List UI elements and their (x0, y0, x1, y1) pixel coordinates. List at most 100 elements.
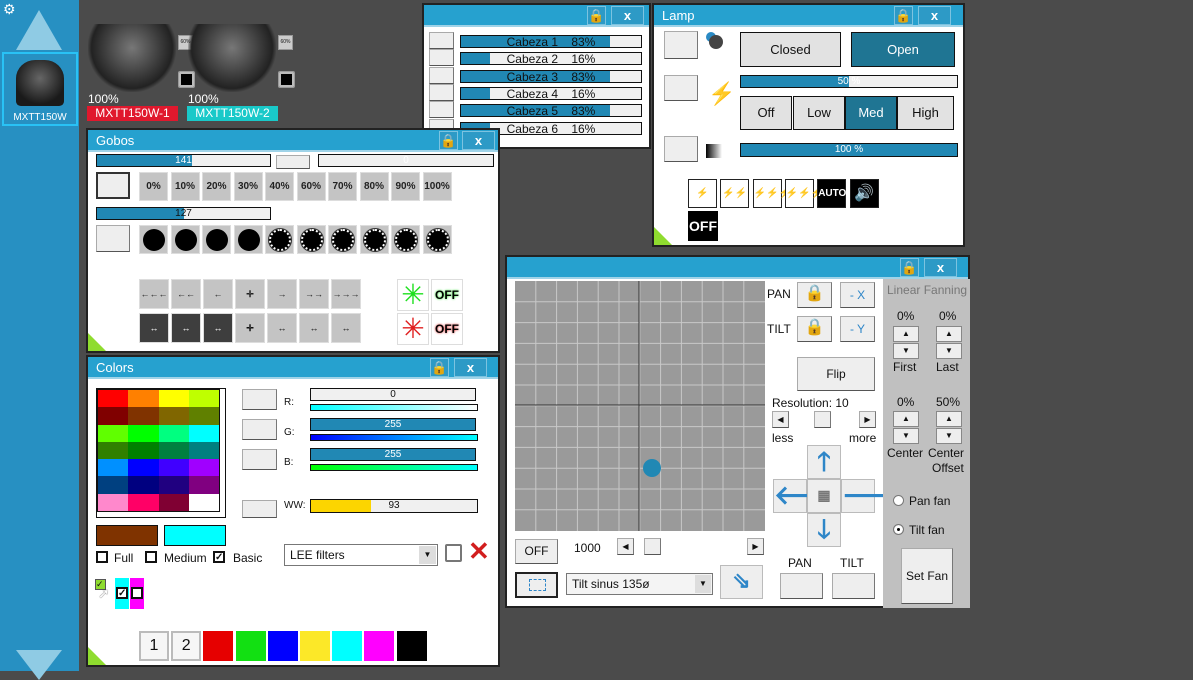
color-swatch-button[interactable] (396, 631, 427, 661)
palette-color[interactable] (128, 493, 159, 511)
last-down-button[interactable]: ▼ (936, 343, 962, 359)
gobo-wheel-bar[interactable]: 141 (96, 154, 271, 167)
strobe-off-icon[interactable]: ⚡⚡⚡ (784, 179, 823, 208)
fan-arrow-button[interactable]: ← (203, 279, 233, 309)
delete-icon[interactable]: ✕ (468, 538, 490, 564)
palette-color[interactable] (98, 493, 129, 511)
resolution-right-arrow[interactable]: ▶ (859, 411, 876, 428)
offset-up-button[interactable]: ▲ (936, 411, 962, 427)
lock-button[interactable]: 🔒 (587, 6, 606, 25)
gobo-index-icon[interactable] (139, 225, 168, 254)
palette-color[interactable] (98, 407, 129, 425)
add-corner-icon[interactable] (88, 647, 106, 665)
flip-button[interactable]: Flip (797, 357, 875, 391)
master-toggle-button[interactable] (664, 136, 698, 162)
gobo-percent-button[interactable]: 80% (359, 172, 389, 201)
palette-color[interactable] (158, 390, 189, 408)
palette-color[interactable] (98, 390, 129, 408)
fan-arrow-button[interactable]: → (267, 279, 297, 309)
palette-color[interactable] (158, 424, 189, 442)
gobo-index-icon[interactable] (170, 225, 200, 254)
ww-bar[interactable]: 93 (310, 499, 478, 513)
fan-double-arrow-button[interactable]: ↔ (171, 313, 201, 343)
offset-down-button[interactable]: ▼ (936, 428, 962, 444)
strobe-medium-icon[interactable]: ⚡⚡ (720, 179, 750, 208)
palette-color[interactable] (188, 441, 219, 460)
gobo-index-icon[interactable] (233, 225, 263, 254)
apply-effect-button[interactable]: ⇘ (720, 565, 763, 599)
pan-button[interactable] (780, 573, 823, 599)
green-toggle-button[interactable] (242, 419, 277, 440)
gobo-percent-button[interactable]: 70% (328, 172, 357, 201)
close-button[interactable]: x (924, 258, 957, 277)
head-bar[interactable]: Cabeza 4 16% (460, 86, 642, 100)
add-corner-icon[interactable] (654, 227, 672, 245)
color-swatch-button[interactable] (332, 631, 363, 661)
palette-color[interactable] (128, 390, 159, 408)
star-icon[interactable]: ✳ (397, 279, 429, 311)
close-button[interactable]: x (611, 6, 644, 25)
palette-color[interactable] (128, 424, 159, 442)
preset-2-button[interactable]: 2 (171, 631, 202, 661)
move-right-button[interactable]: 🡒 (841, 479, 912, 513)
effect-off-button[interactable]: OFF (515, 539, 558, 564)
lock-button[interactable]: 🔒 (439, 131, 458, 150)
filter-select[interactable]: LEE filters ▼ (284, 544, 438, 566)
preset-1-button[interactable]: 1 (139, 631, 169, 661)
gobo-small-button[interactable] (276, 155, 310, 169)
red-bar[interactable]: 0 (310, 388, 476, 401)
fan-arrow-button[interactable]: →→→ (331, 279, 361, 309)
tilt-fan-radio[interactable] (893, 524, 904, 535)
fan-double-arrow-button[interactable]: ↔ (203, 313, 233, 343)
head-select-button[interactable] (429, 66, 454, 84)
lock-button[interactable]: 🔒 (430, 358, 449, 377)
open-button[interactable]: Open (851, 32, 955, 67)
head-bar[interactable]: Cabeza 2 16% (460, 52, 642, 66)
head-select-button[interactable] (429, 32, 454, 49)
close-button[interactable]: x (454, 358, 487, 377)
palette-color[interactable] (128, 476, 159, 494)
palette-color[interactable] (158, 459, 189, 477)
title-bar[interactable]: Gobos (88, 130, 498, 152)
palette-color[interactable] (188, 476, 219, 494)
magenta-checkbox[interactable] (131, 587, 143, 599)
head-bar[interactable]: Cabeza 1 83% (460, 35, 642, 48)
close-button[interactable]: x (918, 6, 951, 25)
gobo-rotate-icon[interactable] (265, 225, 294, 254)
scroll-up-chevron-icon[interactable] (16, 10, 62, 50)
closed-button[interactable]: Closed (740, 32, 841, 67)
star-icon[interactable]: ✳ (397, 313, 429, 345)
gobo-percent-button[interactable]: 30% (233, 172, 263, 201)
tilt-button[interactable] (832, 573, 875, 599)
blue-toggle-button[interactable] (242, 449, 277, 470)
star-off-button[interactable]: OFF (431, 279, 463, 311)
first-up-button[interactable]: ▲ (893, 326, 919, 342)
strobe-fast-icon[interactable]: ⚡⚡⚡ (752, 179, 791, 208)
blue-bar[interactable]: 255 (310, 448, 476, 461)
resolution-slider-thumb[interactable] (814, 411, 831, 428)
color-swatch-button[interactable] (203, 631, 234, 661)
close-button[interactable]: x (462, 131, 495, 150)
red-toggle-button[interactable] (242, 389, 277, 410)
head-select-button[interactable] (429, 49, 454, 67)
gobo-percent-button[interactable]: 10% (170, 172, 200, 201)
sound-icon[interactable]: 🔊 (849, 179, 879, 208)
palette-color[interactable] (128, 441, 159, 460)
move-left-button[interactable]: 🡐 (773, 479, 844, 513)
speed-left-arrow[interactable]: ◀ (617, 538, 634, 555)
dimmer-bar[interactable]: 50 % (740, 75, 958, 88)
lamp-mode-low-button[interactable]: Low (793, 96, 845, 130)
color-swatch-button[interactable] (300, 631, 330, 661)
palette-color[interactable] (98, 459, 129, 477)
gobo-percent-button[interactable]: 20% (202, 172, 231, 201)
fixture-name-tag[interactable]: MXTT150W-2 (187, 106, 278, 121)
gobo-rotation-toggle-button[interactable] (96, 225, 130, 252)
fixture-image-icon[interactable] (188, 24, 276, 92)
palette-color[interactable] (128, 407, 159, 425)
palette-color[interactable] (98, 424, 129, 442)
invert-y-button[interactable]: - Y (840, 316, 875, 342)
dimmer-toggle-button[interactable] (664, 75, 698, 101)
gobo-index-icon[interactable] (202, 225, 231, 254)
pan-lock-button[interactable]: 🔒 (797, 282, 832, 308)
resolution-left-arrow[interactable]: ◀ (772, 411, 789, 428)
